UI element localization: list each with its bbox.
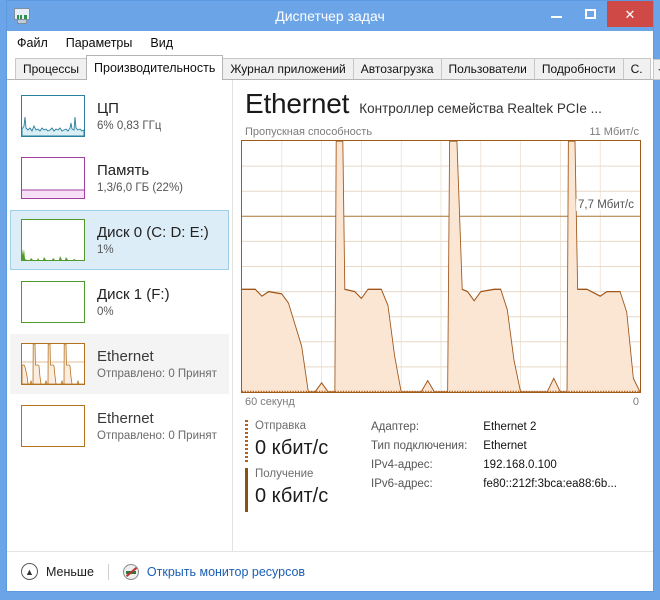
content-area: ЦП 6% 0,83 ГГц Память 1,3/6,0 ГБ (22%) Д… bbox=[7, 80, 653, 551]
connection-type-value: Ethernet bbox=[483, 440, 527, 452]
throughput-label: Пропускная способность bbox=[245, 126, 373, 138]
disk-0-thumbnail-graph bbox=[21, 219, 85, 261]
sidebar-item-ethernet-1-text: Ethernet Отправлено: 0 Принят bbox=[97, 347, 217, 382]
sidebar-item-cpu-sub: 6% 0,83 ГГц bbox=[97, 119, 162, 132]
panel-header: Ethernet Контроллер семейства Realtek PC… bbox=[241, 88, 641, 120]
connection-type-key: Тип подключения: bbox=[371, 440, 468, 452]
send-legend-swatch bbox=[245, 420, 248, 464]
sidebar-item-ethernet-2[interactable]: Ethernet Отправлено: 0 Принят bbox=[10, 396, 229, 456]
send-stat: Отправка 0 кбит/с bbox=[245, 418, 371, 464]
cpu-thumbnail-graph bbox=[21, 95, 85, 137]
ipv4-value: 192.168.0.100 bbox=[483, 459, 557, 471]
window-controls: ✕ bbox=[539, 1, 653, 31]
table-row: Тип подключения: Ethernet bbox=[371, 437, 617, 456]
sidebar-item-memory-text: Память 1,3/6,0 ГБ (22%) bbox=[97, 161, 183, 196]
network-throughput-chart: 7,7 Мбит/с bbox=[241, 140, 641, 393]
adapter-key: Адаптер: bbox=[371, 421, 420, 433]
adapter-value: Ethernet 2 bbox=[483, 421, 537, 433]
ethernet-1-thumbnail-graph bbox=[21, 343, 85, 385]
adapter-description: Контроллер семейства Realtek PCIe ... bbox=[359, 101, 602, 116]
sidebar-item-ethernet-2-sub: Отправлено: 0 Принят bbox=[97, 429, 217, 442]
time-axis-row: 60 секунд 0 bbox=[241, 393, 641, 408]
tab-services[interactable]: С. bbox=[622, 58, 651, 80]
footer-bar: ▲ Меньше Открыть монитор ресурсов bbox=[7, 551, 653, 591]
sidebar-item-ethernet-2-text: Ethernet Отправлено: 0 Принят bbox=[97, 409, 217, 444]
ipv4-key: IPv4-адрес: bbox=[371, 459, 433, 471]
title-bar[interactable]: Диспетчер задач ✕ bbox=[7, 1, 653, 31]
sidebar-item-cpu-title: ЦП bbox=[97, 99, 119, 117]
sidebar-item-disk-0-title: Диск 0 (C: D: E:) bbox=[97, 223, 209, 241]
chevron-up-icon[interactable]: ▲ bbox=[21, 563, 38, 580]
footer-divider bbox=[107, 563, 109, 580]
sidebar-item-ethernet-1-title: Ethernet bbox=[97, 347, 154, 365]
minimize-button[interactable] bbox=[539, 1, 573, 27]
tab-scroll-controls: ◄ ► bbox=[652, 59, 660, 80]
maximize-button[interactable] bbox=[573, 1, 607, 27]
resource-monitor-icon bbox=[122, 563, 139, 580]
tab-bar: Процессы Производительность Журнал прило… bbox=[7, 55, 660, 80]
tab-processes[interactable]: Процессы bbox=[15, 58, 88, 80]
time-axis-right: 0 bbox=[632, 396, 639, 408]
sidebar-item-ethernet-2-title: Ethernet bbox=[97, 409, 154, 427]
sidebar-item-disk-1-title: Диск 1 (F:) bbox=[97, 285, 170, 303]
adapter-info-table: Адаптер: Ethernet 2 Тип подключения: Eth… bbox=[371, 418, 617, 514]
sidebar-item-cpu-text: ЦП 6% 0,83 ГГц bbox=[97, 99, 161, 134]
sidebar-item-memory-title: Память bbox=[97, 161, 150, 179]
menu-item-view[interactable]: Вид bbox=[150, 36, 173, 50]
ipv6-value: fe80::212f:3bca:ea88:6b... bbox=[483, 478, 617, 490]
receive-value: 0 кбит/с bbox=[255, 485, 329, 507]
table-row: Адаптер: Ethernet 2 bbox=[371, 418, 617, 437]
throughput-axis-row: Пропускная способность 11 Мбит/с bbox=[241, 120, 641, 140]
ipv6-key: IPv6-адрес: bbox=[371, 478, 433, 490]
fewer-details-button[interactable]: Меньше bbox=[46, 565, 94, 579]
receive-stat: Получение 0 кбит/с bbox=[245, 466, 371, 512]
sidebar-item-memory[interactable]: Память 1,3/6,0 ГБ (22%) bbox=[10, 148, 229, 208]
tab-app-history[interactable]: Журнал приложений bbox=[222, 58, 354, 80]
table-row: IPv4-адрес: 192.168.0.100 bbox=[371, 456, 617, 475]
sidebar-item-cpu[interactable]: ЦП 6% 0,83 ГГц bbox=[10, 86, 229, 146]
tab-performance[interactable]: Производительность bbox=[86, 55, 224, 80]
network-stats: Отправка 0 кбит/с Получение 0 кбит/с Ада… bbox=[241, 418, 641, 514]
ethernet-2-thumbnail-graph bbox=[21, 405, 85, 447]
close-icon: ✕ bbox=[624, 6, 636, 22]
disk-1-thumbnail-graph bbox=[21, 281, 85, 323]
receive-legend-swatch bbox=[245, 468, 248, 512]
sidebar-item-disk-0-text: Диск 0 (C: D: E:) 1% bbox=[97, 223, 209, 258]
open-resource-monitor-link[interactable]: Открыть монитор ресурсов bbox=[147, 565, 305, 579]
sidebar-item-disk-0-sub: 1% bbox=[97, 243, 114, 256]
tab-scroll-left-icon[interactable]: ◄ bbox=[652, 59, 660, 80]
resource-sidebar: ЦП 6% 0,83 ГГц Память 1,3/6,0 ГБ (22%) Д… bbox=[7, 80, 233, 551]
sidebar-item-disk-1[interactable]: Диск 1 (F:) 0% bbox=[10, 272, 229, 332]
sidebar-item-ethernet-1-sub: Отправлено: 0 Принят bbox=[97, 367, 217, 380]
table-row: IPv6-адрес: fe80::212f:3bca:ea88:6b... bbox=[371, 475, 617, 494]
menu-bar: Файл Параметры Вид bbox=[7, 31, 653, 55]
close-button[interactable]: ✕ bbox=[607, 1, 653, 27]
memory-thumbnail-graph bbox=[21, 157, 85, 199]
chart-canvas bbox=[242, 141, 640, 392]
sidebar-item-disk-1-text: Диск 1 (F:) 0% bbox=[97, 285, 170, 320]
send-value: 0 кбит/с bbox=[255, 437, 329, 459]
sidebar-item-ethernet-1[interactable]: Ethernet Отправлено: 0 Принят bbox=[10, 334, 229, 394]
throughput-max-label: 11 Мбит/с bbox=[589, 126, 639, 138]
menu-item-file[interactable]: Файл bbox=[17, 36, 48, 50]
task-manager-icon bbox=[13, 7, 31, 25]
page-title: Ethernet bbox=[245, 88, 350, 119]
task-manager-window: Диспетчер задач ✕ Файл Параметры Вид Про… bbox=[6, 0, 660, 592]
throughput-values: Отправка 0 кбит/с Получение 0 кбит/с bbox=[245, 418, 371, 514]
sidebar-item-disk-1-sub: 0% bbox=[97, 305, 114, 318]
chart-marker-label: 7,7 Мбит/с bbox=[576, 199, 636, 211]
performance-detail-panel: Ethernet Контроллер семейства Realtek PC… bbox=[233, 80, 653, 551]
tab-startup[interactable]: Автозагрузка bbox=[352, 58, 442, 80]
tab-details[interactable]: Подробности bbox=[533, 58, 624, 80]
send-label: Отправка bbox=[255, 420, 307, 432]
sidebar-item-disk-0[interactable]: Диск 0 (C: D: E:) 1% bbox=[10, 210, 229, 270]
tab-users[interactable]: Пользователи bbox=[440, 58, 535, 80]
time-axis-left: 60 секунд bbox=[245, 396, 295, 408]
sidebar-item-memory-sub: 1,3/6,0 ГБ (22%) bbox=[97, 181, 184, 194]
receive-label: Получение bbox=[255, 468, 314, 480]
menu-item-options[interactable]: Параметры bbox=[66, 36, 133, 50]
